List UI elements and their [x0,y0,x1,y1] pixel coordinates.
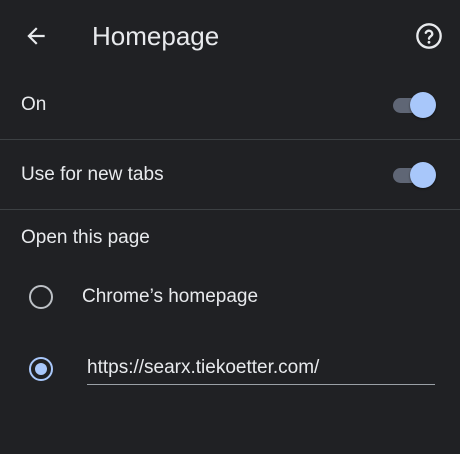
help-circle-icon [416,23,442,49]
new-tabs-toggle[interactable] [393,162,436,188]
help-button[interactable] [411,18,447,54]
setting-row-new-tabs[interactable]: Use for new tabs [0,140,460,209]
page-title: Homepage [92,21,220,51]
section-heading-open-page: Open this page [21,227,150,248]
divider [0,209,460,210]
radio-ring [29,285,53,309]
arrow-left-icon [27,27,45,45]
setting-label-new-tabs: Use for new tabs [21,164,164,185]
homepage-url-value[interactable]: https://searx.tiekoetter.com/ [87,357,319,379]
chrome-homepage-label[interactable]: Chrome’s homepage [82,286,258,308]
app-bar: Homepage [0,0,460,72]
toggle-thumb [410,92,436,118]
homepage-url-field[interactable]: https://searx.tiekoetter.com/ [87,355,435,385]
on-toggle[interactable] [393,92,436,118]
radio-dot [35,363,47,375]
setting-row-on[interactable]: On [0,72,460,139]
field-underline [87,384,435,385]
homepage-settings-screen: Homepage On Use for new tabs Open this p… [0,0,460,454]
chrome-homepage-radio[interactable] [28,284,54,310]
setting-label-on: On [21,94,47,115]
toggle-thumb [410,162,436,188]
custom-url-radio[interactable] [28,356,54,382]
back-button[interactable] [18,18,54,54]
